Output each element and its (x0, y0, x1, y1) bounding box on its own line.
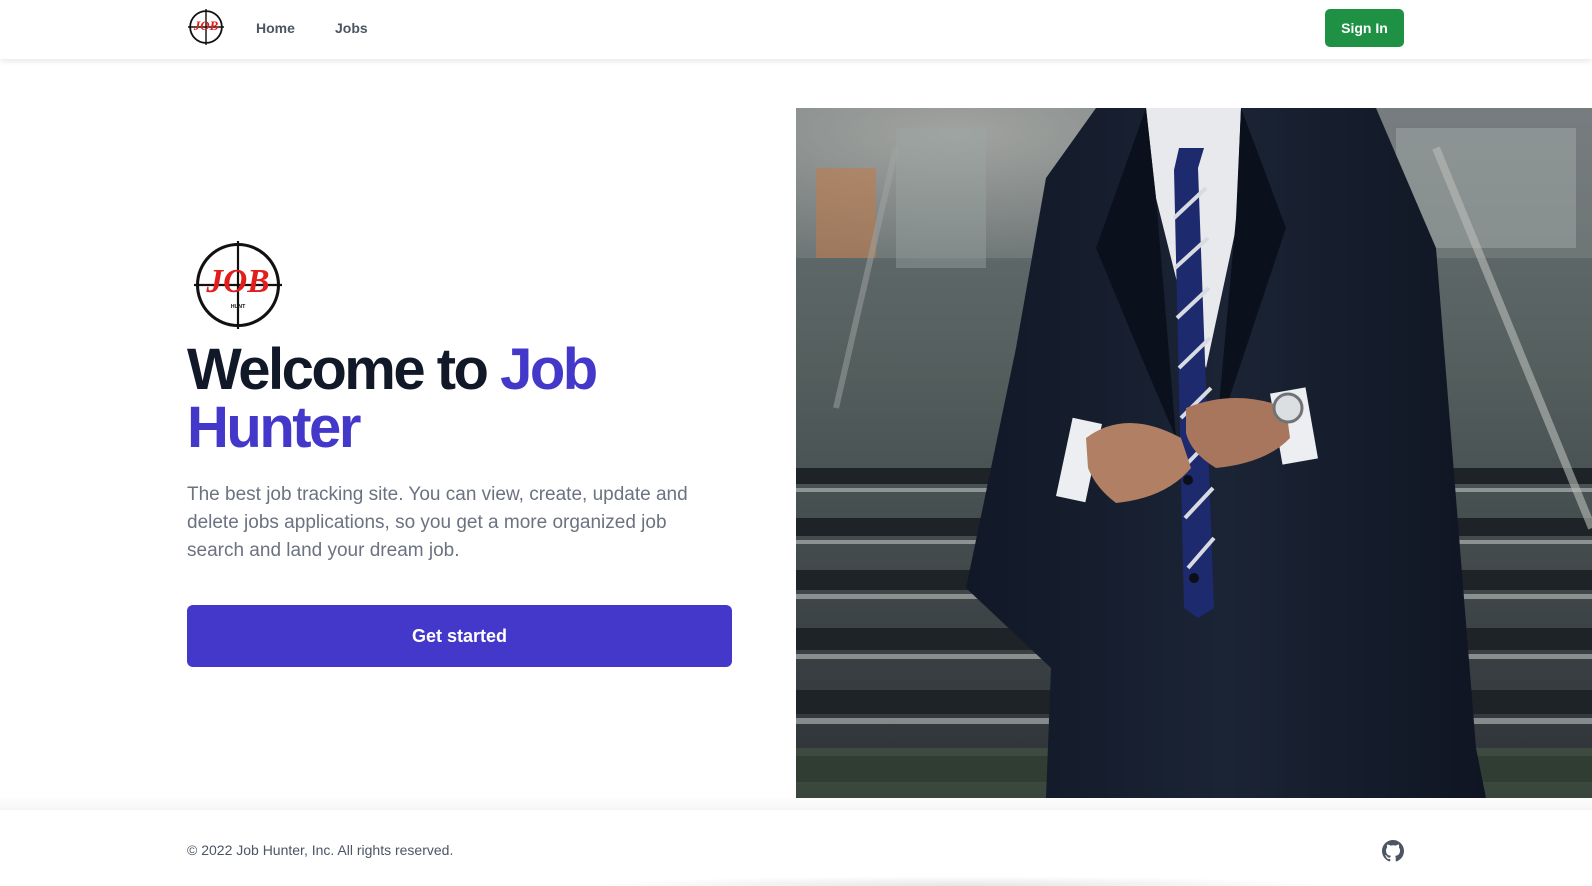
github-icon[interactable] (1382, 840, 1404, 862)
footer-copyright: © 2022 Job Hunter, Inc. All rights reser… (187, 842, 454, 858)
get-started-button[interactable]: Get started (187, 605, 732, 667)
hero-logo-icon: JOB HUNT (194, 241, 282, 329)
nav-home-link[interactable]: Home (256, 20, 295, 36)
top-navbar: JOB Home Jobs Sign In (0, 0, 1592, 59)
hero-image (796, 108, 1592, 798)
nav-jobs-link[interactable]: Jobs (335, 20, 368, 36)
footer-shadow (580, 876, 1340, 886)
sign-in-button[interactable]: Sign In (1325, 9, 1404, 47)
hero-logo-subtext: HUNT (231, 304, 246, 310)
logo-text: JOB (193, 18, 219, 33)
headline-prefix: Welcome to (187, 337, 501, 402)
hero-tagline: The best job tracking site. You can view… (187, 484, 688, 561)
job-hunt-logo-icon[interactable]: JOB (188, 9, 224, 45)
hero-headline: Welcome to Job Hunter (187, 341, 747, 457)
businessman-photo (796, 108, 1592, 798)
page-footer: © 2022 Job Hunter, Inc. All rights reser… (0, 796, 1592, 886)
hero-logo-text: JOB (205, 263, 269, 300)
